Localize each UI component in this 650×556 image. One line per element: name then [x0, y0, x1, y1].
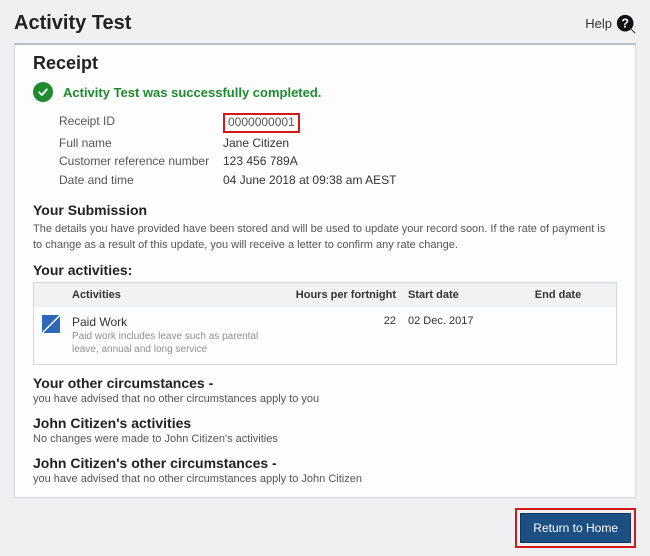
- table-header: Activities Hours per fortnight Start dat…: [34, 283, 616, 307]
- partner-circ-text: you have advised that no other circumsta…: [33, 473, 617, 485]
- activity-hours: 22: [278, 315, 408, 327]
- activity-icon: [42, 315, 60, 333]
- success-check-icon: [33, 82, 53, 102]
- receipt-heading: Receipt: [33, 53, 617, 74]
- datetime-value: 04 June 2018 at 09:38 am AEST: [223, 172, 396, 189]
- datetime-label: Date and time: [59, 172, 223, 189]
- full-name-value: Jane Citizen: [223, 135, 289, 152]
- table-row: Paid Work Paid work includes leave such …: [34, 307, 616, 364]
- activity-name: Paid Work: [72, 315, 278, 329]
- receipt-id-value: 0000000001: [223, 113, 300, 133]
- help-link[interactable]: Help ?: [585, 14, 636, 34]
- other-circ-heading: Your other circumstances -: [33, 375, 617, 391]
- activities-table: Activities Hours per fortnight Start dat…: [33, 282, 617, 365]
- col-activities: Activities: [72, 289, 278, 301]
- svg-text:?: ?: [621, 16, 629, 30]
- other-circ-text: you have advised that no other circumsta…: [33, 393, 617, 405]
- success-message: Activity Test was successfully completed…: [63, 85, 321, 100]
- help-label: Help: [585, 16, 612, 31]
- help-icon: ?: [616, 14, 636, 34]
- col-start: Start date: [408, 289, 508, 301]
- full-name-label: Full name: [59, 135, 223, 152]
- return-home-button[interactable]: Return to Home: [520, 513, 631, 543]
- partner-circ-heading: John Citizen's other circumstances -: [33, 455, 617, 471]
- crn-label: Customer reference number: [59, 153, 223, 170]
- activity-description: Paid work includes leave such as parenta…: [72, 330, 278, 356]
- receipt-id-label: Receipt ID: [59, 113, 223, 133]
- submission-heading: Your Submission: [33, 202, 617, 218]
- activity-start: 02 Dec. 2017: [408, 315, 508, 327]
- page-title: Activity Test: [14, 12, 131, 35]
- partner-activities-text: No changes were made to John Citizen's a…: [33, 433, 617, 445]
- col-hours: Hours per fortnight: [278, 289, 408, 301]
- return-highlight: Return to Home: [515, 508, 636, 548]
- crn-value: 123 456 789A: [223, 153, 298, 170]
- submission-text: The details you have provided have been …: [33, 222, 617, 254]
- col-end: End date: [508, 289, 608, 301]
- receipt-panel: Receipt Activity Test was successfully c…: [14, 43, 636, 498]
- activities-heading: Your activities:: [33, 262, 617, 278]
- partner-activities-heading: John Citizen's activities: [33, 415, 617, 431]
